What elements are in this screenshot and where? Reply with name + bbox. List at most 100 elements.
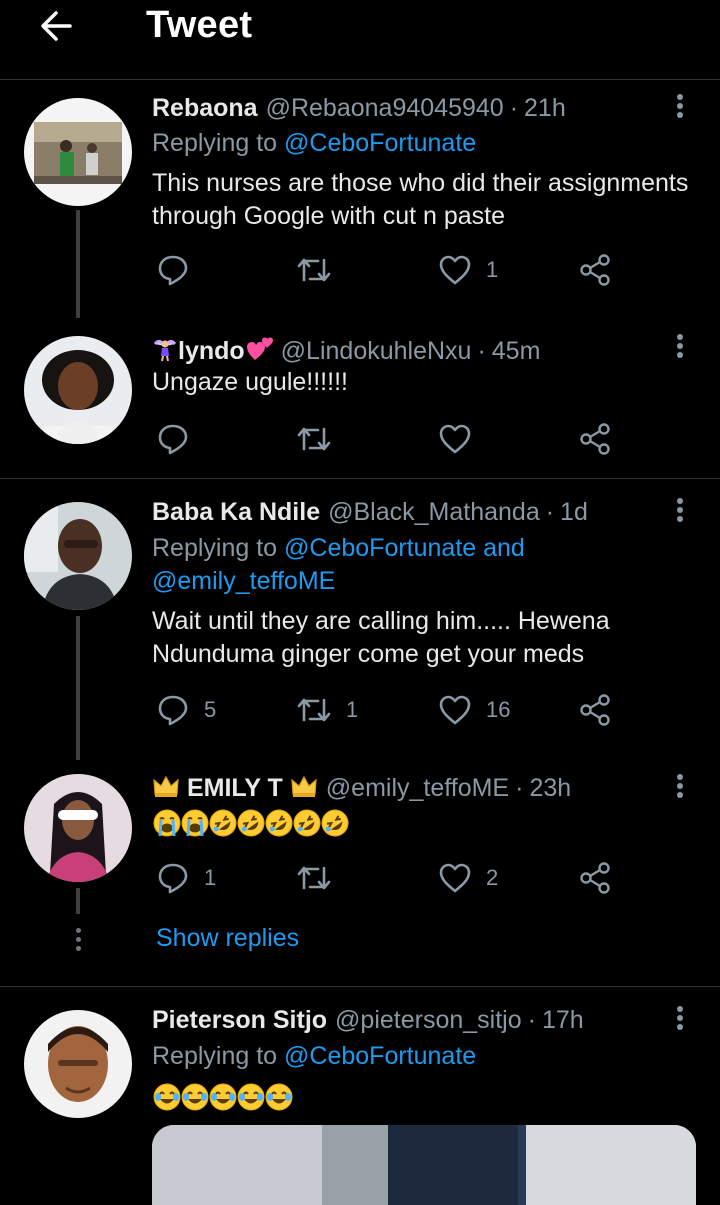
reply-tweet[interactable]: Baba Ka Ndile @Black_Mathanda · 1d Replying… — [0, 490, 720, 760]
tweet-text: Wait until they are calling him..... Hew… — [152, 607, 610, 668]
display-name[interactable]: lyndo — [178, 337, 245, 365]
tweet-header: lyndo @LindokuhleNxu · 45m — [152, 336, 540, 369]
more-options-button[interactable] — [672, 774, 688, 804]
top-bar: Tweet — [0, 0, 720, 80]
thread-line — [76, 616, 80, 760]
share-button[interactable] — [578, 690, 612, 730]
tears-of-joy-emoji — [265, 1083, 293, 1111]
mention-link[interactable]: @CeboFortunate — [284, 129, 476, 157]
separator: · — [545, 498, 555, 526]
reply-icon — [158, 695, 188, 726]
reply-count: 5 — [204, 697, 217, 722]
replying-to-label: Replying to — [152, 1042, 278, 1070]
separator: · — [509, 94, 519, 122]
avatar[interactable] — [24, 336, 132, 444]
mention-link[interactable]: @CeboFortunate and — [284, 534, 525, 562]
reply-tweet[interactable]: Rebaona @Rebaona94045940 · 21h Replying to … — [0, 88, 720, 318]
share-icon — [580, 254, 610, 286]
retweet-count: 1 — [346, 697, 359, 722]
separator: · — [527, 1006, 536, 1034]
timestamp[interactable]: 21h — [524, 94, 566, 122]
reply-button[interactable] — [156, 419, 204, 459]
more-options-button[interactable] — [672, 498, 688, 528]
retweet-button[interactable] — [296, 858, 346, 898]
share-button[interactable] — [578, 419, 612, 459]
heart-icon — [439, 424, 471, 454]
crown-emoji — [152, 774, 180, 805]
reply-button[interactable]: 1 — [156, 858, 216, 898]
retweet-icon — [297, 427, 331, 451]
like-button[interactable]: 16 — [438, 690, 510, 730]
display-name[interactable]: Rebaona — [152, 94, 258, 122]
mention-link[interactable]: @CeboFortunate — [284, 1042, 476, 1070]
separator: · — [477, 337, 486, 366]
share-icon — [580, 694, 610, 726]
fairy-emoji — [152, 336, 178, 369]
replying-to: Replying to @CeboFortunate — [152, 1040, 476, 1073]
retweet-button[interactable]: 1 — [296, 690, 358, 730]
heart-icon — [439, 255, 471, 285]
more-options-button[interactable] — [672, 334, 688, 364]
reply-tweet[interactable]: lyndo @LindokuhleNxu · 45m Ungaze ugule!!!!… — [0, 326, 720, 476]
divider — [0, 986, 720, 987]
more-options-button[interactable] — [672, 94, 688, 124]
show-replies-link[interactable]: Show replies — [156, 924, 299, 953]
timestamp[interactable]: 23h — [529, 774, 571, 802]
user-handle[interactable]: @pieterson_sitjo — [335, 1006, 522, 1034]
replying-to: Replying to @CeboFortunate — [152, 127, 476, 160]
like-count: 16 — [486, 697, 511, 722]
rofl-emoji — [265, 809, 293, 837]
separator: · — [515, 774, 524, 803]
replying-to: Replying to @CeboFortunate and @emily_te… — [152, 532, 525, 598]
heart-icon — [439, 695, 471, 725]
user-handle[interactable]: @emily_teffoME — [326, 774, 509, 802]
page-title: Tweet — [146, 4, 253, 46]
avatar[interactable] — [24, 774, 132, 882]
loudly-crying-emoji — [153, 809, 181, 837]
timestamp[interactable]: 45m — [492, 337, 541, 365]
share-icon — [580, 862, 610, 894]
user-handle[interactable]: @LindokuhleNxu — [281, 337, 472, 365]
tweet-actions: 1 — [152, 250, 622, 290]
avatar[interactable] — [24, 98, 132, 206]
avatar[interactable] — [24, 502, 132, 610]
reply-count: 1 — [204, 865, 217, 890]
tweet-header: Pieterson Sitjo @pieterson_sitjo · 17h — [152, 1006, 584, 1035]
tweet-text: This nurses are those who did their assi… — [152, 169, 689, 230]
timestamp[interactable]: 1d — [560, 498, 588, 526]
heart-icon — [439, 863, 471, 893]
timestamp[interactable]: 17h — [542, 1006, 584, 1034]
tears-of-joy-emoji — [209, 1083, 237, 1111]
rofl-emoji — [237, 809, 265, 837]
retweet-button[interactable] — [296, 250, 346, 290]
like-button[interactable]: 2 — [438, 858, 498, 898]
two-hearts-emoji — [245, 336, 273, 369]
share-button[interactable] — [578, 858, 612, 898]
retweet-button[interactable] — [296, 419, 346, 459]
divider — [0, 478, 720, 479]
user-handle[interactable]: @Rebaona94045940 — [266, 94, 504, 122]
tweet-text — [152, 808, 702, 842]
user-handle[interactable]: @Black_Mathanda — [328, 498, 540, 526]
reply-tweet[interactable]: EMILY T @emily_teffoME · 23h 1 2 — [0, 762, 720, 914]
thread-line — [76, 888, 80, 914]
like-button[interactable] — [438, 419, 486, 459]
rofl-emoji — [293, 809, 321, 837]
reply-button[interactable]: 5 — [156, 690, 216, 730]
avatar[interactable] — [24, 1010, 132, 1118]
tears-of-joy-emoji — [153, 1083, 181, 1111]
replying-to-label: Replying to — [152, 129, 278, 157]
display-name[interactable]: Pieterson Sitjo — [152, 1006, 327, 1034]
tweet-actions: 1 2 — [152, 858, 622, 898]
tweet-media-image[interactable] — [152, 1125, 696, 1205]
mention-link[interactable]: @emily_teffoME — [152, 567, 335, 595]
retweet-icon — [297, 866, 331, 890]
like-button[interactable]: 1 — [438, 250, 498, 290]
back-button[interactable] — [36, 4, 80, 48]
display-name[interactable]: Baba Ka Ndile — [152, 498, 320, 526]
share-button[interactable] — [578, 250, 612, 290]
tears-of-joy-emoji — [181, 1083, 209, 1111]
more-options-button[interactable] — [672, 1006, 688, 1036]
reply-button[interactable] — [156, 250, 204, 290]
display-name[interactable]: EMILY T — [187, 774, 283, 802]
